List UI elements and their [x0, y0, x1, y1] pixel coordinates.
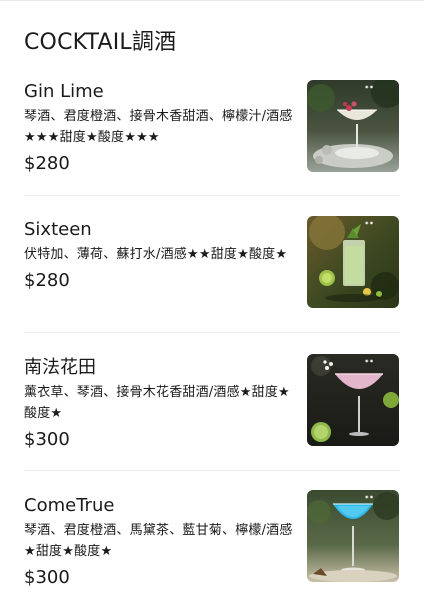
menu-item-info: Gin Lime 琴酒、君度橙酒、接骨木香甜酒、檸檬汁/酒感★★★甜度★酸度★★…: [24, 80, 300, 176]
svg-text:◉ ◉: ◉ ◉: [365, 84, 374, 89]
menu-item[interactable]: Sixteen 伏特加、薄荷、蘇打水/酒感★★甜度★酸度★ $280 ◉ ◉: [24, 216, 400, 336]
menu-item-name: 南法花田: [24, 357, 96, 378]
item-divider: [24, 195, 400, 196]
menu-item-price: $300: [24, 429, 70, 450]
svg-text:◉ ◉: ◉ ◉: [365, 220, 374, 225]
menu-item-description: 薰衣草、琴酒、接骨木花香甜酒/酒感★甜度★酸度★: [24, 385, 290, 421]
cocktail-photo-blue[interactable]: ◉ ◉: [307, 490, 399, 582]
cocktail-photo-sixteen[interactable]: ◉ ◉: [307, 216, 399, 308]
lavender-image: ◉ ◉: [307, 354, 399, 446]
blue-cocktail-image: ◉ ◉: [307, 490, 399, 582]
menu-item-info: ComeTrue 琴酒、君度橙酒、馬黛茶、藍甘菊、檸檬/酒感★甜度★酸度★ $3…: [24, 494, 300, 590]
menu-item-name: ComeTrue: [24, 495, 115, 516]
menu-item-name: Gin Lime: [24, 81, 104, 102]
sixteen-image: ◉ ◉: [307, 216, 399, 308]
menu-item-description: 琴酒、君度橙酒、馬黛茶、藍甘菊、檸檬/酒感★甜度★酸度★: [24, 523, 293, 559]
menu-item-price: $280: [24, 153, 70, 174]
menu-item-info: 南法花田 薰衣草、琴酒、接骨木花香甜酒/酒感★甜度★酸度★ $300: [24, 356, 300, 452]
gin-lime-image: ◉ ◉: [307, 80, 399, 172]
menu-item-price: $280: [24, 270, 70, 291]
item-divider: [24, 332, 400, 333]
menu-item-info: Sixteen 伏特加、薄荷、蘇打水/酒感★★甜度★酸度★ $280: [24, 218, 300, 293]
menu-item-description: 琴酒、君度橙酒、接骨木香甜酒、檸檬汁/酒感★★★甜度★酸度★★★: [24, 109, 293, 145]
menu-item[interactable]: Gin Lime 琴酒、君度橙酒、接骨木香甜酒、檸檬汁/酒感★★★甜度★酸度★★…: [24, 80, 400, 198]
cocktail-photo-gin-lime[interactable]: ◉ ◉: [307, 80, 399, 172]
menu-item[interactable]: ComeTrue 琴酒、君度橙酒、馬黛茶、藍甘菊、檸檬/酒感★甜度★酸度★ $3…: [24, 490, 400, 612]
menu-item-name: Sixteen: [24, 219, 92, 240]
svg-text:◉ ◉: ◉ ◉: [365, 494, 374, 499]
svg-text:◉ ◉: ◉ ◉: [365, 358, 374, 363]
menu-item-description: 伏特加、薄荷、蘇打水/酒感★★甜度★酸度★: [24, 247, 288, 262]
top-divider: [0, 0, 424, 1]
item-divider: [24, 470, 400, 471]
menu-item-price: $300: [24, 567, 70, 588]
cocktail-photo-lavender[interactable]: ◉ ◉: [307, 354, 399, 446]
section-title: COCKTAIL調酒: [24, 30, 177, 55]
menu-item[interactable]: 南法花田 薰衣草、琴酒、接骨木花香甜酒/酒感★甜度★酸度★ $300 ◉ ◉: [24, 354, 400, 474]
